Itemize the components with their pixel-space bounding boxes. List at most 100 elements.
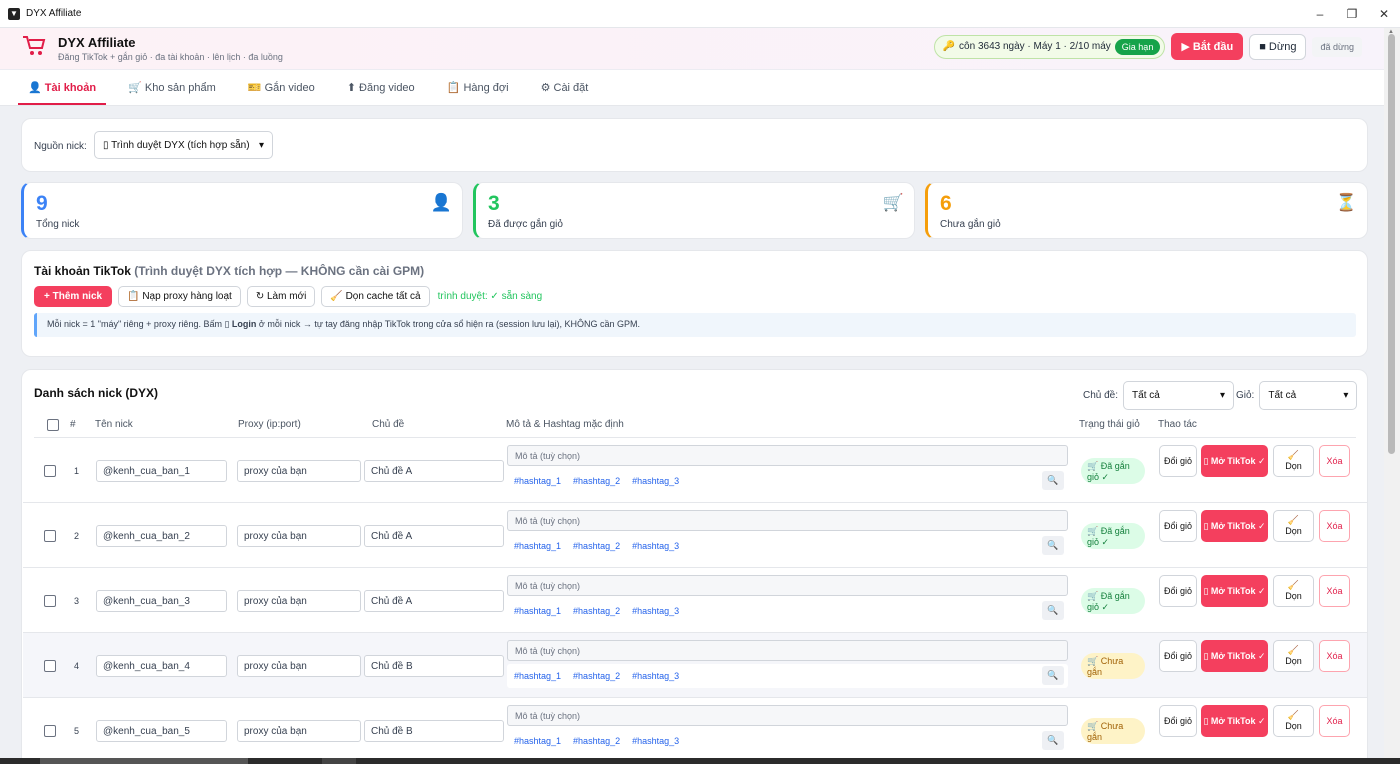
proxy-input[interactable]: proxy của bạn [237, 460, 361, 482]
upload-icon: ⬆ [346, 82, 360, 94]
tab-settings[interactable]: ⚙ Cài đặt [531, 81, 599, 105]
row-checkbox[interactable] [44, 530, 56, 542]
delete-button[interactable]: Xóa [1319, 705, 1350, 737]
change-cart-button[interactable]: Đổi giỏ [1159, 575, 1197, 607]
description-input[interactable]: Mô tả (tuỳ chọn) [507, 705, 1068, 726]
change-cart-button[interactable]: Đổi giỏ [1159, 640, 1197, 672]
col-nick: Tên nick [95, 419, 133, 430]
search-icon[interactable]: 🔍 [1042, 731, 1064, 750]
tab-products[interactable]: 🛒 Kho sản phẩm [118, 81, 226, 105]
start-button[interactable]: ▶ Bắt đầu [1171, 33, 1244, 60]
clear-cache-button[interactable]: 🧹 Dọn cache tất cả [321, 286, 430, 307]
cart-filter-label: Giỏ: [1236, 390, 1255, 401]
change-cart-button[interactable]: Đổi giỏ [1159, 705, 1197, 737]
tab-accounts[interactable]: 👤 Tài khoản [18, 81, 107, 105]
cart-icon: 🛒 [1087, 656, 1101, 666]
hashtags-input[interactable]: #hashtag_1 #hashtag_2 #hashtag_3 [507, 599, 1068, 623]
delete-button[interactable]: Xóa [1319, 445, 1350, 477]
description-input[interactable]: Mô tả (tuỳ chọn) [507, 640, 1068, 661]
source-card: Nguồn nick: ▯ Trình duyệt DYX (tích hợp … [21, 118, 1368, 172]
select-all-checkbox[interactable] [47, 419, 59, 431]
topic-input[interactable]: Chủ đề A [364, 590, 504, 612]
row-checkbox[interactable] [44, 660, 56, 672]
search-icon[interactable]: 🔍 [1042, 471, 1064, 490]
row-checkbox[interactable] [44, 465, 56, 477]
proxy-input[interactable]: proxy của bạn [237, 655, 361, 677]
topic-input[interactable]: Chủ đề B [364, 720, 504, 742]
taskbar-search[interactable] [40, 758, 248, 764]
nick-input[interactable]: @kenh_cua_ban_2 [96, 525, 227, 547]
cart-icon: 🛒 [882, 193, 904, 212]
open-tiktok-button[interactable]: ▯ Mở TikTok ✓ [1201, 445, 1268, 477]
change-cart-button[interactable]: Đổi giỏ [1159, 510, 1197, 542]
nick-input[interactable]: @kenh_cua_ban_1 [96, 460, 227, 482]
row-checkbox[interactable] [44, 725, 56, 737]
hashtags-input[interactable]: #hashtag_1 #hashtag_2 #hashtag_3 [507, 534, 1068, 558]
nick-input[interactable]: @kenh_cua_ban_4 [96, 655, 227, 677]
row-checkbox[interactable] [44, 595, 56, 607]
topic-filter: Chủ đề: Tất cả ▾ [1083, 381, 1235, 410]
clean-button[interactable]: 🧹 Dọn [1273, 640, 1314, 672]
window-titlebar: ▼ DYX Affiliate – ❐ ✕ [0, 0, 1400, 28]
clean-button[interactable]: 🧹 Dọn [1273, 510, 1314, 542]
delete-button[interactable]: Xóa [1319, 575, 1350, 607]
clean-button[interactable]: 🧹 Dọn [1273, 575, 1314, 607]
hashtag: #hashtag_1 [514, 476, 562, 486]
hashtag: #hashtag_3 [632, 541, 680, 551]
delete-button[interactable]: Xóa [1319, 510, 1350, 542]
search-icon[interactable]: 🔍 [1042, 601, 1064, 620]
maximize-button[interactable]: ❐ [1336, 0, 1368, 28]
description-input[interactable]: Mô tả (tuỳ chọn) [507, 575, 1068, 596]
renew-button[interactable]: Gia hạn [1114, 38, 1161, 55]
source-label: Nguồn nick: [34, 141, 87, 152]
clean-button[interactable]: 🧹 Dọn [1273, 445, 1314, 477]
scroll-thumb[interactable] [1388, 34, 1395, 454]
close-button[interactable]: ✕ [1368, 0, 1400, 28]
hashtags-input[interactable]: #hashtag_1 #hashtag_2 #hashtag_3 [507, 469, 1068, 493]
change-cart-button[interactable]: Đổi giỏ [1159, 445, 1197, 477]
search-icon[interactable]: 🔍 [1042, 536, 1064, 555]
nick-input[interactable]: @kenh_cua_ban_3 [96, 590, 227, 612]
nick-input[interactable]: @kenh_cua_ban_5 [96, 720, 227, 742]
taskbar-app[interactable] [322, 758, 356, 764]
proxy-input[interactable]: proxy của bạn [237, 720, 361, 742]
search-icon[interactable]: 🔍 [1042, 666, 1064, 685]
description-input[interactable]: Mô tả (tuỳ chọn) [507, 445, 1068, 466]
delete-button[interactable]: Xóa [1319, 640, 1350, 672]
hourglass-icon: ⏳ [1335, 193, 1357, 212]
refresh-button[interactable]: ↻ Làm mới [246, 286, 316, 307]
source-select[interactable]: ▯ Trình duyệt DYX (tích hợp sẵn) ▾ [94, 131, 273, 159]
proxy-input[interactable]: proxy của bạn [237, 525, 361, 547]
bulk-proxy-button[interactable]: 📋 Nạp proxy hàng loạt [118, 286, 241, 307]
hashtags-input[interactable]: #hashtag_1 #hashtag_2 #hashtag_3 [507, 729, 1068, 753]
cart-filter-select[interactable]: Tất cả ▾ [1259, 381, 1358, 410]
topic-input[interactable]: Chủ đề B [364, 655, 504, 677]
hashtags-input[interactable]: #hashtag_1 #hashtag_2 #hashtag_3 [507, 664, 1068, 688]
stat-card-total: 9 Tổng nick 👤 [21, 182, 463, 239]
cart-status-badge: 🛒 Chưa gắn [1081, 718, 1145, 744]
open-tiktok-button[interactable]: ▯ Mở TikTok ✓ [1201, 640, 1268, 672]
topic-input[interactable]: Chủ đề A [364, 460, 504, 482]
row-index: 2 [74, 531, 80, 541]
row-index: 5 [74, 726, 80, 736]
hashtag: #hashtag_1 [514, 671, 562, 681]
tab-queue[interactable]: 📋 Hàng đợi [437, 81, 519, 105]
stat-unattached-label: Chưa gắn giỏ [940, 219, 1001, 230]
hashtag: #hashtag_3 [632, 736, 680, 746]
open-tiktok-button[interactable]: ▯ Mở TikTok ✓ [1201, 510, 1268, 542]
clean-button[interactable]: 🧹 Dọn [1273, 705, 1314, 737]
app-title: DYX Affiliate [58, 35, 136, 50]
add-nick-button[interactable]: + Thêm nick [34, 286, 113, 307]
tab-attach-video[interactable]: 🎫 Gắn video [238, 81, 325, 105]
page-scrollbar[interactable]: ▲ [1384, 28, 1400, 764]
topic-filter-select[interactable]: Tất cả ▾ [1123, 381, 1235, 410]
minimize-button[interactable]: – [1304, 0, 1336, 28]
proxy-input[interactable]: proxy của bạn [237, 590, 361, 612]
open-tiktok-button[interactable]: ▯ Mở TikTok ✓ [1201, 705, 1268, 737]
tab-post-video[interactable]: ⬆ Đăng video [337, 81, 425, 105]
topic-input[interactable]: Chủ đề A [364, 525, 504, 547]
open-tiktok-button[interactable]: ▯ Mở TikTok ✓ [1201, 575, 1268, 607]
description-input[interactable]: Mô tả (tuỳ chọn) [507, 510, 1068, 531]
stop-button[interactable]: ■ Dừng [1249, 33, 1307, 60]
cart-status-badge: 🛒 Chưa gắn [1081, 653, 1145, 679]
